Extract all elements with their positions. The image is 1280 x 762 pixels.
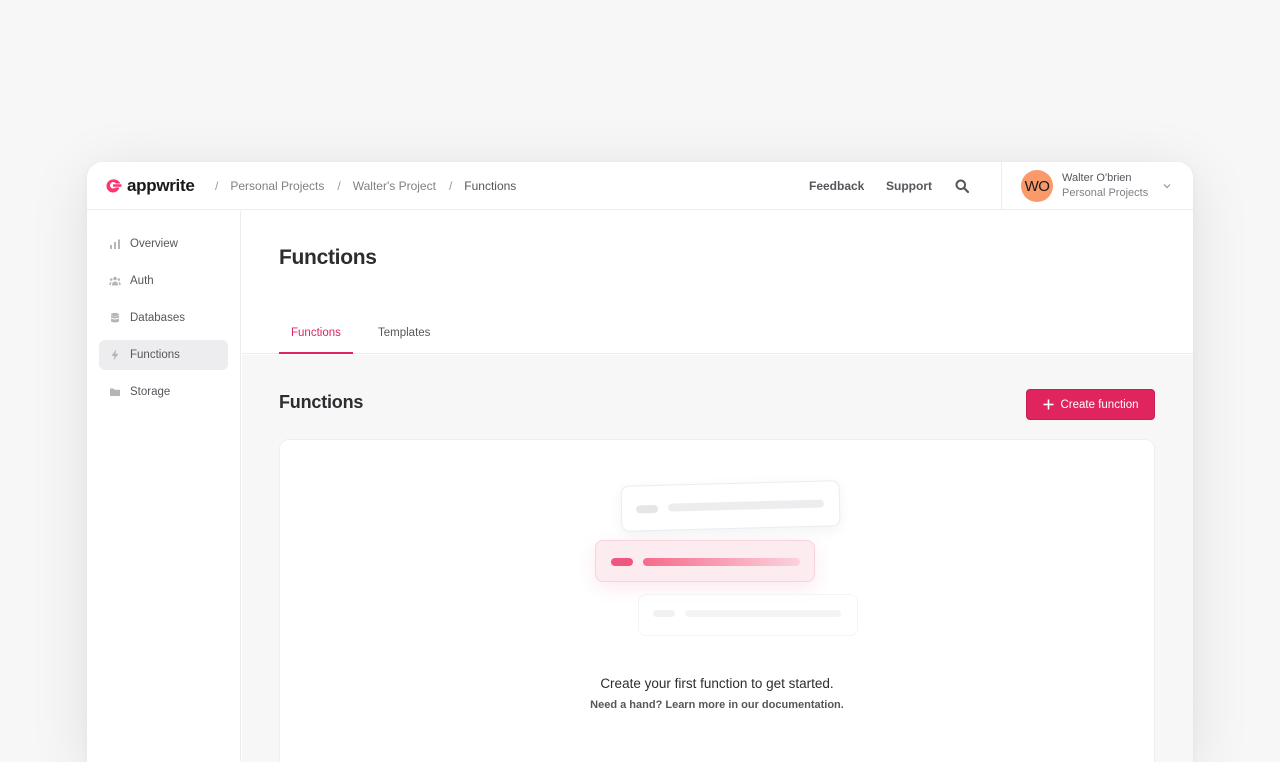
feedback-link[interactable]: Feedback (809, 179, 864, 193)
page-title: Functions (279, 246, 377, 269)
page-header: Functions Functions Templates (242, 211, 1193, 354)
main-content: Functions Functions Templates Functions … (242, 211, 1193, 762)
tab-functions[interactable]: Functions (291, 327, 341, 339)
avatar[interactable]: WO (1021, 170, 1053, 202)
appwrite-logo-icon (106, 179, 122, 193)
lightning-icon (111, 349, 119, 361)
user-name[interactable]: Walter O'brien (1062, 172, 1132, 184)
documentation-link[interactable]: Need a hand? Learn more in our documenta… (280, 699, 1154, 711)
sidebar-item-auth[interactable]: Auth (99, 266, 228, 296)
sidebar: Overview Auth Databases Functions Storag… (87, 211, 241, 762)
tab-templates[interactable]: Templates (378, 327, 430, 339)
breadcrumb-current: Functions (464, 179, 517, 193)
empty-state-title: Create your first function to get starte… (600, 676, 834, 691)
user-org[interactable]: Personal Projects (1062, 187, 1148, 199)
sidebar-item-storage[interactable]: Storage (99, 377, 228, 407)
sidebar-item-label: Databases (130, 312, 185, 324)
sidebar-item-overview[interactable]: Overview (99, 229, 228, 259)
breadcrumb-org[interactable]: Personal Projects (230, 179, 324, 193)
sidebar-item-label: Overview (130, 238, 178, 250)
active-tab-indicator (279, 352, 353, 354)
breadcrumb: / Personal Projects / Walter's Project /… (215, 179, 517, 193)
chevron-down-icon[interactable] (1162, 181, 1172, 191)
logo-text: appwrite (127, 176, 195, 195)
folder-icon (110, 388, 120, 396)
sidebar-item-label: Functions (130, 349, 180, 361)
sidebar-item-label: Storage (130, 386, 171, 398)
section-title: Functions (279, 392, 364, 412)
create-function-button[interactable]: Create function (1026, 389, 1155, 420)
database-icon (111, 312, 119, 323)
bar-chart-icon (110, 239, 120, 249)
app-window: appwrite / Personal Projects / Walter's … (87, 162, 1193, 762)
header-divider (1001, 162, 1002, 210)
plus-icon (1043, 399, 1053, 410)
sidebar-item-databases[interactable]: Databases (99, 303, 228, 333)
appwrite-logo[interactable]: appwrite (104, 176, 195, 196)
sidebar-item-label: Auth (130, 275, 154, 287)
support-link[interactable]: Support (886, 179, 932, 193)
empty-state-card: Create your first function to get starte… (279, 439, 1155, 762)
create-function-label: Create function (1060, 398, 1139, 411)
breadcrumb-project[interactable]: Walter's Project (353, 179, 436, 193)
sidebar-item-functions[interactable]: Functions (99, 340, 228, 370)
functions-section: Functions Create function Create your fi… (242, 355, 1193, 762)
users-icon (109, 276, 121, 286)
search-icon[interactable] (955, 179, 969, 193)
top-header: appwrite / Personal Projects / Walter's … (87, 162, 1193, 210)
